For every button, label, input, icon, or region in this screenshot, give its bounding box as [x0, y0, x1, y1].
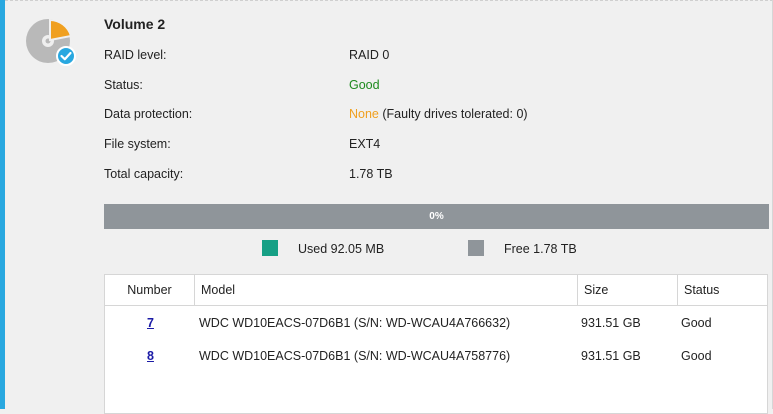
used-legend-swatch [262, 240, 278, 256]
free-legend-swatch [468, 240, 484, 256]
disk-volume-icon [26, 18, 76, 66]
used-legend-label: Used 92.05 MB [298, 242, 385, 256]
top-border [0, 0, 773, 1]
disk-number-link[interactable]: 8 [147, 349, 154, 363]
disk-status: Good [681, 349, 712, 363]
data-protection-detail: (Faulty drives tolerated: 0) [382, 107, 528, 121]
column-header-size[interactable]: Size [578, 275, 678, 306]
volume-title: Volume 2 [104, 16, 166, 32]
data-protection-value-row: None (Faulty drives tolerated: 0) [349, 107, 528, 121]
disk-model: WDC WD10EACS-07D6B1 (S/N: WD-WCAU4A75877… [199, 349, 511, 363]
column-header-model[interactable]: Model [195, 275, 578, 306]
free-legend-label: Free 1.78 TB [504, 242, 577, 256]
status-label: Status: [104, 78, 143, 92]
column-header-status[interactable]: Status [678, 275, 768, 306]
file-system-value: EXT4 [349, 137, 381, 151]
disk-table: Number Model Size Status 7 WDC WD10EACS-… [104, 274, 768, 414]
check-badge-icon [56, 46, 76, 66]
column-header-number[interactable]: Number [105, 275, 195, 306]
total-capacity-value: 1.78 TB [349, 167, 393, 181]
disk-model: WDC WD10EACS-07D6B1 (S/N: WD-WCAU4A76663… [199, 316, 511, 330]
disk-size: 931.51 GB [581, 316, 641, 330]
disk-number-link[interactable]: 7 [147, 316, 154, 330]
data-protection-label: Data protection: [104, 107, 193, 121]
selection-accent-bar [0, 0, 5, 409]
status-value: Good [349, 78, 380, 92]
file-system-label: File system: [104, 137, 171, 151]
total-capacity-label: Total capacity: [104, 167, 184, 181]
disk-status: Good [681, 316, 712, 330]
capacity-percent: 0% [429, 211, 444, 222]
disk-size: 931.51 GB [581, 349, 641, 363]
raid-level-label: RAID level: [104, 48, 167, 62]
data-protection-value: None [349, 107, 379, 121]
capacity-bar: 0% [104, 204, 769, 229]
raid-level-value: RAID 0 [349, 48, 390, 62]
